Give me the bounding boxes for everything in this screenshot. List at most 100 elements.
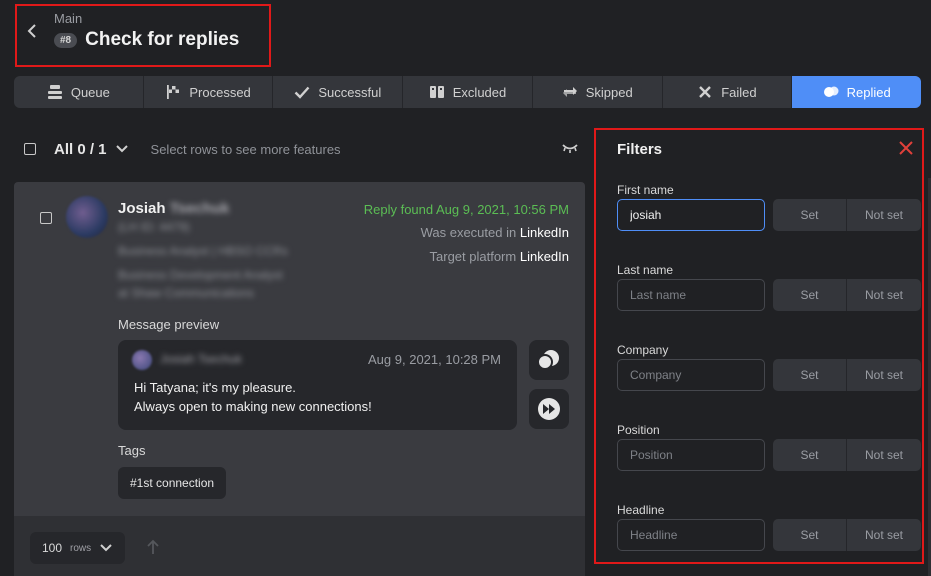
tab-processed[interactable]: Processed bbox=[144, 76, 274, 108]
chevron-down-icon bbox=[115, 145, 128, 153]
tab-failed[interactable]: Failed bbox=[663, 76, 793, 108]
set-toggle: Set Not set bbox=[773, 359, 921, 391]
filter-label: First name bbox=[617, 183, 674, 197]
selection-dropdown-button[interactable] bbox=[115, 144, 129, 154]
set-button[interactable]: Set bbox=[773, 279, 847, 311]
filter-row: Set Not set bbox=[617, 519, 921, 551]
tab-label: Failed bbox=[721, 84, 757, 100]
tab-replied[interactable]: Replied bbox=[792, 76, 921, 108]
close-filters-button[interactable] bbox=[898, 140, 914, 161]
chat-bubbles-icon bbox=[537, 350, 559, 370]
close-icon bbox=[899, 141, 913, 155]
filter-row: Set Not set bbox=[617, 199, 921, 231]
flag-icon bbox=[167, 85, 180, 99]
back-button[interactable] bbox=[22, 20, 42, 42]
open-conversation-button[interactable] bbox=[529, 340, 569, 380]
fast-forward-icon bbox=[538, 398, 560, 420]
filter-label: Last name bbox=[617, 263, 674, 277]
message-time: Aug 9, 2021, 10:28 PM bbox=[368, 352, 501, 367]
filter-last-name: Last name Set Not set bbox=[617, 263, 922, 311]
tab-label: Replied bbox=[846, 84, 891, 100]
eye-closed-icon bbox=[562, 144, 578, 153]
tab-label: Processed bbox=[189, 84, 251, 100]
toggle-visibility-button[interactable] bbox=[561, 141, 579, 160]
filter-row: Set Not set bbox=[617, 279, 921, 311]
company-input[interactable] bbox=[617, 359, 765, 391]
chat-bubbles-icon bbox=[823, 86, 839, 97]
sender-avatar bbox=[132, 350, 152, 370]
contact-card: Josiah Tsechuk (LH ID: 4479) Business An… bbox=[14, 182, 585, 516]
excluded-icon bbox=[429, 86, 444, 98]
set-toggle: Set Not set bbox=[773, 199, 921, 231]
not-set-button[interactable]: Not set bbox=[847, 279, 921, 311]
set-toggle: Set Not set bbox=[773, 519, 921, 551]
tab-label: Queue bbox=[70, 84, 110, 100]
row-checkbox[interactable] bbox=[40, 212, 52, 224]
position-input[interactable] bbox=[617, 439, 765, 471]
title-row: #8 Check for replies bbox=[54, 29, 239, 51]
check-icon bbox=[295, 86, 310, 99]
x-icon bbox=[699, 86, 712, 98]
executed-in: Was executed in LinkedIn bbox=[421, 225, 569, 240]
tab-label: Skipped bbox=[585, 84, 633, 100]
headline-input[interactable] bbox=[617, 519, 765, 551]
position-blurred: Business Development Analyst bbox=[118, 268, 283, 282]
message-text: Hi Tatyana; it's my pleasure. Always ope… bbox=[134, 378, 372, 416]
last-name-input[interactable] bbox=[617, 279, 765, 311]
filter-company: Company Set Not set bbox=[617, 343, 922, 391]
set-button[interactable]: Set bbox=[773, 199, 847, 231]
not-set-button[interactable]: Not set bbox=[847, 439, 921, 471]
status-tabs: Queue Processed Successful Excluded Skip… bbox=[14, 76, 921, 108]
selection-count: All 0 / 1 bbox=[54, 140, 107, 158]
rows-value: 100 bbox=[42, 541, 63, 555]
contact-name[interactable]: Josiah Tsechuk bbox=[118, 200, 229, 217]
page-title: Check for replies bbox=[85, 29, 240, 50]
filter-headline: Headline Set Not set bbox=[617, 503, 922, 551]
tab-skipped[interactable]: Skipped bbox=[533, 76, 663, 108]
skip-icon bbox=[562, 87, 577, 97]
set-button[interactable]: Set bbox=[773, 519, 847, 551]
scroll-top-button[interactable] bbox=[146, 539, 160, 560]
rows-per-page-select[interactable]: 100 rows bbox=[30, 532, 126, 564]
not-set-button[interactable]: Not set bbox=[847, 359, 921, 391]
rows-unit: rows bbox=[70, 542, 92, 554]
breadcrumb[interactable]: Main bbox=[54, 11, 82, 26]
tag-chip[interactable]: #1st connection bbox=[118, 467, 227, 499]
first-name-input[interactable] bbox=[617, 199, 765, 231]
arrow-up-icon bbox=[147, 539, 159, 554]
tab-label: Excluded bbox=[452, 84, 507, 100]
filter-position: Position Set Not set bbox=[617, 423, 922, 471]
set-toggle: Set Not set bbox=[773, 279, 921, 311]
last-name-blurred: Tsechuk bbox=[169, 200, 230, 217]
chevron-left-icon bbox=[27, 24, 36, 38]
tab-successful[interactable]: Successful bbox=[273, 76, 404, 108]
not-set-button[interactable]: Not set bbox=[847, 199, 921, 231]
filter-label: Company bbox=[617, 343, 669, 357]
avatar bbox=[66, 196, 108, 238]
filters-panel: Filters First name Set Not set Last name… bbox=[594, 128, 924, 564]
tab-queue[interactable]: Queue bbox=[14, 76, 144, 108]
message-line: Always open to making new connections! bbox=[134, 399, 372, 414]
tab-excluded[interactable]: Excluded bbox=[403, 76, 533, 108]
fast-forward-button[interactable] bbox=[529, 389, 569, 429]
executed-platform-link[interactable]: LinkedIn bbox=[520, 225, 569, 240]
filter-row: Set Not set bbox=[617, 439, 921, 471]
target-prefix: Target platform bbox=[429, 249, 517, 264]
first-name: Josiah bbox=[118, 200, 166, 217]
tab-label: Successful bbox=[318, 84, 382, 100]
contact-id-blurred: (LH ID: 4479) bbox=[118, 220, 191, 234]
filter-first-name: First name Set Not set bbox=[617, 183, 922, 231]
target-platform-link[interactable]: LinkedIn bbox=[520, 249, 569, 264]
set-toggle: Set Not set bbox=[773, 439, 921, 471]
queue-icon bbox=[47, 85, 62, 99]
message-line: Hi Tatyana; it's my pleasure. bbox=[134, 380, 296, 395]
sender-name-blurred: Josiah Tsechuk bbox=[160, 352, 242, 366]
set-button[interactable]: Set bbox=[773, 439, 847, 471]
tags-label: Tags bbox=[118, 443, 146, 458]
select-hint: Select rows to see more features bbox=[150, 141, 341, 157]
chevron-down-icon bbox=[100, 544, 112, 552]
set-button[interactable]: Set bbox=[773, 359, 847, 391]
select-all-checkbox[interactable] bbox=[24, 143, 36, 155]
target-platform: Target platform LinkedIn bbox=[430, 249, 569, 264]
not-set-button[interactable]: Not set bbox=[847, 519, 921, 551]
